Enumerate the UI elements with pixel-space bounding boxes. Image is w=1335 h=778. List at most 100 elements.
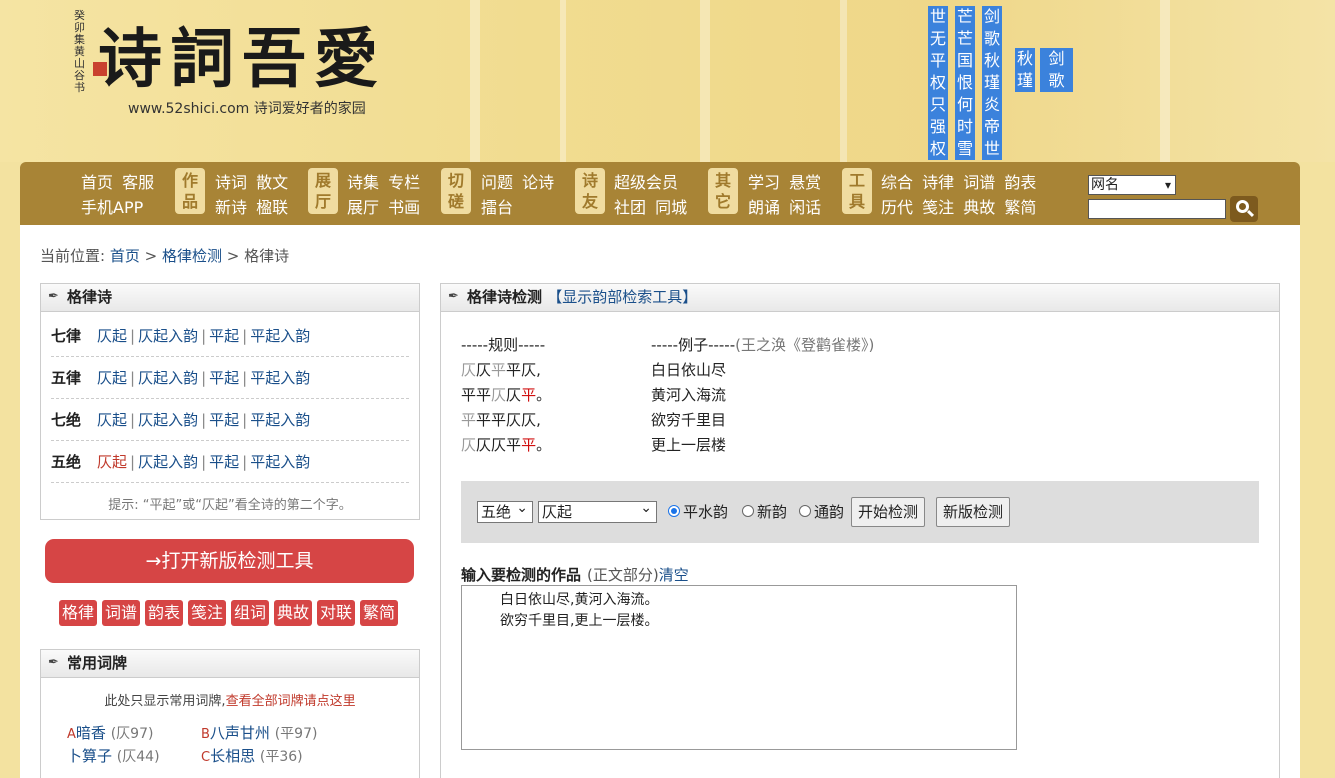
gelv-link[interactable]: 平起 — [209, 369, 239, 387]
gelv-link[interactable]: 仄起入韵 — [138, 411, 198, 429]
nav-link[interactable]: 综合 — [881, 173, 913, 192]
cipai-item[interactable]: B八声甘州 (平97) — [201, 722, 317, 743]
cipai-panel: ✒ 常用词牌 此处只显示常用词牌,查看全部词牌请点这里 A暗香 (仄97) B八声甘… — [40, 649, 420, 778]
nav-link[interactable]: 闲话 — [789, 198, 821, 217]
tool-button[interactable]: 对联 — [317, 600, 355, 626]
bamboo-decoration — [840, 0, 847, 162]
gelv-link[interactable]: 平起入韵 — [250, 411, 310, 429]
tool-button[interactable]: 组词 — [231, 600, 269, 626]
gelv-link[interactable]: 仄起入韵 — [138, 327, 198, 345]
nav-link[interactable]: 笺注 — [922, 198, 954, 217]
nav-link[interactable]: 展厅 — [347, 198, 379, 217]
gelv-link[interactable]: 仄起入韵 — [138, 369, 198, 387]
nav-link[interactable]: 社团 — [614, 198, 646, 217]
nav-link[interactable]: 典故 — [963, 198, 995, 217]
example-line: 欲穷千里目 — [651, 411, 727, 429]
nav-link[interactable]: 楹联 — [256, 198, 288, 217]
nav-link-service[interactable]: 客服 — [122, 173, 154, 192]
nav-link[interactable]: 专栏 — [388, 173, 420, 192]
gelv-link[interactable]: 平起入韵 — [250, 453, 310, 471]
nav-group-works: 诗词 散文 新诗 楹联 — [215, 170, 292, 220]
nav-link[interactable]: 书画 — [388, 198, 420, 217]
seal-text: 癸卯集黄山谷书 — [74, 9, 85, 94]
search-type-select[interactable]: 网名 — [1088, 175, 1176, 195]
gelv-link[interactable]: 平起 — [209, 327, 239, 345]
vertical-title-3[interactable]: 剑歌秋瑾炎帝世 — [982, 6, 1002, 160]
nav-link[interactable]: 新诗 — [215, 198, 247, 217]
gelv-type: 七律 — [51, 327, 82, 345]
gelv-link[interactable]: 平起 — [209, 411, 239, 429]
cipai-item[interactable]: 卜算子 (仄44) — [67, 745, 160, 766]
nav-link[interactable]: 朗诵 — [748, 198, 780, 217]
nav-group-friends: 超级会员 社团 同城 — [614, 170, 691, 220]
breadcrumb-section[interactable]: 格律检测 — [162, 247, 222, 265]
form-select[interactable]: 五绝 — [477, 498, 533, 523]
nav-link-app[interactable]: 手机APP — [81, 198, 143, 217]
tool-button[interactable]: 笺注 — [188, 600, 226, 626]
gelv-link[interactable]: 平起入韵 — [250, 369, 310, 387]
clear-link[interactable]: 清空 — [659, 566, 689, 584]
tool-button[interactable]: 典故 — [274, 600, 312, 626]
nav-link[interactable]: 超级会员 — [614, 173, 678, 192]
rhyme-tool-link[interactable]: 【显示韵部检索工具】 — [547, 288, 697, 306]
content-area: 当前位置: 首页 > 格律检测 > 格律诗 ✒ 格律诗 七律 仄起 | 仄起入韵 | 平起 |… — [20, 225, 1300, 778]
vertical-title-1[interactable]: 世无平权只强权 — [928, 6, 948, 160]
nav-link[interactable]: 繁简 — [1004, 198, 1036, 217]
nav-badge-tools: 工具 — [842, 168, 872, 214]
open-new-tool-button[interactable]: →打开新版检测工具 — [45, 539, 414, 583]
nav-group-discuss: 问题 论诗 擂台 — [481, 170, 558, 220]
nav-link[interactable]: 诗律 — [922, 173, 954, 192]
nav-link[interactable]: 历代 — [881, 198, 913, 217]
gelv-link[interactable]: 仄起 — [97, 411, 127, 429]
gelv-type: 七绝 — [51, 411, 82, 429]
search-button[interactable] — [1230, 196, 1258, 222]
gelv-link[interactable]: 平起入韵 — [250, 327, 310, 345]
nav-group-tools: 综合 诗律 词谱 韵表 历代 笺注 典故 繁简 — [881, 170, 1040, 220]
tool-button[interactable]: 韵表 — [145, 600, 183, 626]
nav-badge-works: 作品 — [175, 168, 205, 214]
new-check-button[interactable]: 新版检测 — [936, 497, 1011, 527]
rhyme-radio-new[interactable] — [742, 505, 754, 517]
hint-text: 提示: “平起”或“仄起”看全诗的第二个字。 — [108, 498, 352, 513]
vertical-title-2[interactable]: 芒芒国恨何时雪 — [955, 6, 975, 160]
nav-link[interactable]: 悬赏 — [789, 173, 821, 192]
cipai-item[interactable]: C长相思 (平36) — [201, 745, 303, 766]
vertical-title-4[interactable]: 秋瑾 — [1015, 48, 1035, 92]
nav-link-home[interactable]: 首页 — [81, 173, 113, 192]
gelv-link[interactable]: 平起 — [209, 453, 239, 471]
site-logo[interactable]: 诗詞吾愛 — [98, 8, 386, 100]
nav-link[interactable]: 诗词 — [215, 173, 247, 192]
nav-badge-friends: 诗友 — [575, 168, 605, 214]
tool-button[interactable]: 繁简 — [360, 600, 398, 626]
rhyme-radio-tong[interactable] — [799, 505, 811, 517]
gelv-link[interactable]: 仄起 — [97, 327, 127, 345]
vertical-title-5[interactable]: 剑歌 — [1040, 48, 1073, 92]
cipai-item[interactable]: A暗香 (仄97) — [67, 722, 153, 743]
start-check-button[interactable]: 开始检测 — [851, 497, 926, 527]
breadcrumb-home[interactable]: 首页 — [110, 247, 140, 265]
gelv-link[interactable]: 仄起入韵 — [138, 453, 198, 471]
search-input[interactable] — [1088, 199, 1226, 219]
start-select[interactable]: 仄起 — [538, 498, 657, 523]
nav-group-home: 首页 客服 手机APP — [81, 170, 158, 220]
rhyme-label: 平水韵 — [683, 503, 729, 521]
nav-badge-hall: 展厅 — [308, 168, 338, 214]
tool-button[interactable]: 词谱 — [102, 600, 140, 626]
all-cipai-link[interactable]: 查看全部词牌请点这里 — [226, 694, 356, 709]
tool-button[interactable]: 格律 — [59, 600, 97, 626]
rhyme-radio-pingshui[interactable] — [668, 505, 680, 517]
nav-link[interactable]: 散文 — [256, 173, 288, 192]
gelv-link[interactable]: 仄起 — [97, 369, 127, 387]
nav-link[interactable]: 词谱 — [963, 173, 995, 192]
nav-link[interactable]: 学习 — [748, 173, 780, 192]
nav-link[interactable]: 论诗 — [522, 173, 554, 192]
nav-link[interactable]: 问题 — [481, 173, 513, 192]
gelv-link[interactable]: 仄起 — [97, 453, 127, 471]
work-textarea[interactable]: 白日依山尽,黄河入海流。 欲穷千里目,更上一层楼。 — [461, 585, 1017, 750]
nav-link[interactable]: 同城 — [655, 198, 687, 217]
nav-link[interactable]: 韵表 — [1004, 173, 1036, 192]
nav-link[interactable]: 诗集 — [347, 173, 379, 192]
bamboo-decoration — [1160, 0, 1170, 162]
gelv-type: 五绝 — [51, 453, 82, 471]
nav-link[interactable]: 擂台 — [481, 198, 513, 217]
